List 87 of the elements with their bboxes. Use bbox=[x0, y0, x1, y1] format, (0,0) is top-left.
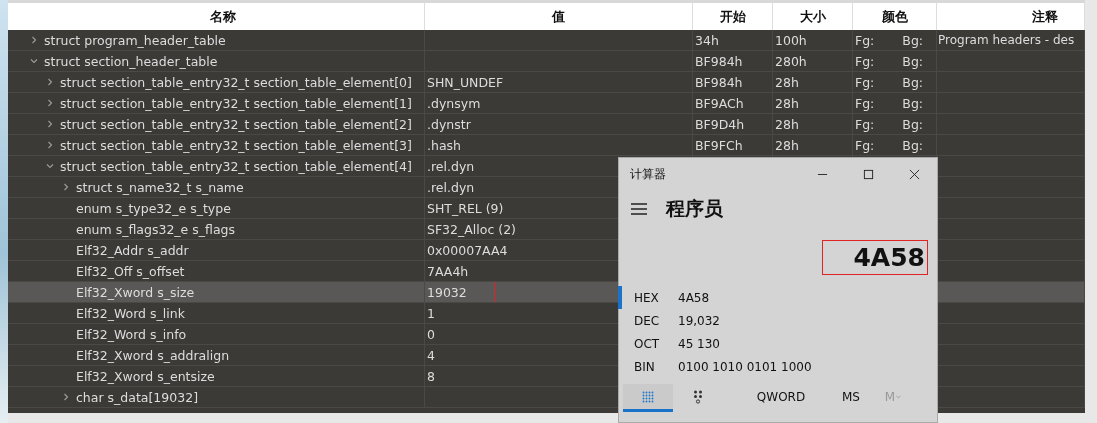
fg-label: Fg: bbox=[855, 137, 875, 153]
field-name: Elf32_Word s_link bbox=[76, 305, 185, 321]
field-value: 0 bbox=[427, 326, 435, 342]
field-value: 0x00007AA4 bbox=[427, 242, 508, 258]
size-value: 28h bbox=[775, 95, 799, 111]
fg-label: Fg: bbox=[855, 32, 875, 48]
field-name: enum s_flags32_e s_flags bbox=[76, 221, 235, 237]
radix-row[interactable]: HEX 4A58 bbox=[618, 286, 937, 309]
field-name: struct program_header_table bbox=[44, 32, 226, 48]
field-value: 7AA4h bbox=[427, 263, 469, 279]
field-name: Elf32_Xword s_entsize bbox=[76, 368, 215, 384]
field-value: SHN_UNDEF bbox=[427, 74, 504, 90]
field-name: struct section_table_entry32_t section_table_element[2] bbox=[60, 116, 412, 132]
column-header[interactable]: 大小 bbox=[773, 3, 853, 30]
field-name: Elf32_Off s_offset bbox=[76, 263, 185, 279]
keypad-button[interactable] bbox=[623, 384, 673, 412]
field-name: struct s_name32_t s_name bbox=[76, 179, 244, 195]
field-value: SHT_REL (9) bbox=[427, 200, 504, 216]
start-offset: BF984h bbox=[695, 74, 743, 90]
fg-label: Fg: bbox=[855, 95, 875, 111]
expand-caret-icon[interactable] bbox=[30, 57, 38, 65]
field-name: Elf32_Xword s_addralign bbox=[76, 347, 230, 363]
column-header[interactable]: 值 bbox=[425, 3, 693, 30]
start-offset: BF9ACh bbox=[695, 95, 744, 111]
field-name: char s_data[19032] bbox=[76, 389, 198, 405]
table-row[interactable]: struct section_table_entry32_t section_table_element[3] .hash BF9FCh 28h Fg: Bg: bbox=[8, 135, 1085, 156]
start-offset: 34h bbox=[695, 32, 719, 48]
field-value: .rel.dyn bbox=[427, 158, 475, 174]
field-value: 4 bbox=[427, 347, 435, 363]
bg-label: Bg: bbox=[902, 116, 924, 132]
comment-text: Program headers - des bbox=[938, 33, 1075, 47]
size-value: 28h bbox=[775, 137, 799, 153]
expand-caret-icon[interactable] bbox=[62, 183, 70, 191]
table-row[interactable]: struct section_table_entry32_t section_table_element[0] SHN_UNDEF BF984h 28h Fg: Bg: bbox=[8, 72, 1085, 93]
field-name: Elf32_Word s_info bbox=[76, 326, 187, 342]
bg-label: Bg: bbox=[902, 95, 924, 111]
start-offset: BF984h bbox=[695, 53, 743, 69]
column-header[interactable]: 名称 bbox=[8, 3, 425, 30]
expand-caret-icon[interactable] bbox=[30, 36, 38, 44]
field-value: 8 bbox=[427, 368, 435, 384]
caret-icon bbox=[896, 394, 902, 399]
bg-label: Bg: bbox=[902, 32, 924, 48]
expand-caret-icon[interactable] bbox=[46, 141, 54, 149]
table-row[interactable]: struct program_header_table 34h 100h Fg: Bg: Program headers - des bbox=[8, 30, 1085, 51]
size-value: 280h bbox=[775, 53, 807, 69]
fg-label: Fg: bbox=[855, 74, 875, 90]
close-icon[interactable] bbox=[909, 168, 920, 180]
table-row[interactable]: struct section_table_entry32_t section_table_element[2] .dynstr BF9D4h 28h Fg: Bg: bbox=[8, 114, 1085, 135]
expand-caret-icon[interactable] bbox=[46, 162, 54, 170]
field-name: struct section_table_entry32_t section_table_element[1] bbox=[60, 95, 412, 111]
expand-caret-icon[interactable] bbox=[62, 393, 70, 401]
menu-icon[interactable] bbox=[631, 203, 647, 215]
expand-caret-icon[interactable] bbox=[46, 99, 54, 107]
expand-caret-icon[interactable] bbox=[46, 78, 54, 86]
field-name: Elf32_Addr s_addr bbox=[76, 242, 189, 258]
vertical-scrollbar[interactable] bbox=[1085, 0, 1097, 423]
bg-label: Bg: bbox=[902, 137, 924, 153]
fg-label: Fg: bbox=[855, 116, 875, 132]
dots-icon bbox=[693, 389, 703, 404]
table-row[interactable]: struct section_header_table BF984h 280h Fg: Bg: bbox=[8, 51, 1085, 72]
field-name: enum s_type32_e s_type bbox=[76, 200, 231, 216]
field-name: struct section_table_entry32_t section_table_element[4] bbox=[60, 158, 412, 174]
field-name: struct section_header_table bbox=[44, 53, 218, 69]
field-value: .hash bbox=[427, 137, 461, 153]
field-name: Elf32_Xword s_size bbox=[76, 284, 195, 300]
fg-label: Fg: bbox=[855, 53, 875, 69]
table-row[interactable]: struct section_table_entry32_t section_table_element[1] .dynsym BF9ACh 28h Fg: Bg: bbox=[8, 93, 1085, 114]
expand-caret-icon[interactable] bbox=[46, 120, 54, 128]
maximize-icon[interactable] bbox=[863, 168, 874, 180]
field-value: SF32_Alloc (2) bbox=[427, 221, 516, 237]
keypad-icon bbox=[642, 390, 654, 403]
size-value: 100h bbox=[775, 32, 807, 48]
start-offset: BF9FCh bbox=[695, 137, 743, 153]
size-value: 28h bbox=[775, 74, 799, 90]
mode-title: 程序员 bbox=[666, 196, 723, 221]
field-value: 1 bbox=[427, 305, 435, 321]
start-offset: BF9D4h bbox=[695, 116, 745, 132]
field-name: struct section_table_entry32_t section_table_element[0] bbox=[60, 74, 412, 90]
column-header[interactable]: 开始 bbox=[693, 3, 773, 30]
field-value: .dynsym bbox=[427, 95, 481, 111]
field-value: .dynstr bbox=[427, 116, 471, 132]
bg-label: Bg: bbox=[902, 74, 924, 90]
field-value: .rel.dyn bbox=[427, 179, 475, 195]
column-header[interactable]: 颜色 bbox=[853, 3, 937, 30]
bg-label: Bg: bbox=[902, 53, 924, 69]
size-value: 28h bbox=[775, 116, 799, 132]
field-name: struct section_table_entry32_t section_table_element[3] bbox=[60, 137, 412, 153]
